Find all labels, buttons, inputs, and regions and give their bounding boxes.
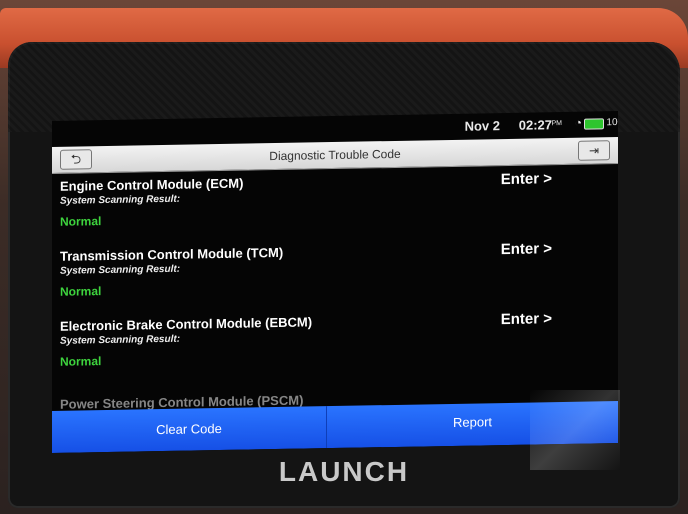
status-date: Nov 2: [464, 118, 500, 134]
module-name: Electronic Brake Control Module (EBCM): [60, 314, 313, 334]
enter-button-tcm[interactable]: Enter >: [501, 240, 552, 258]
module-item-ecm: Engine Control Module (ECM) System Scann…: [60, 169, 610, 245]
status-ampm: PM: [551, 120, 563, 128]
module-scan-label: System Scanning Result:: [60, 263, 181, 277]
exit-button[interactable]: ⇥: [578, 140, 610, 161]
module-name: Engine Control Module (ECM): [60, 175, 244, 194]
module-scan-result: Normal: [60, 354, 102, 369]
module-name: Transmission Control Module (TCM): [60, 244, 284, 264]
module-item-tcm: Transmission Control Module (TCM) System…: [60, 239, 610, 315]
module-scan-result: Normal: [60, 214, 102, 229]
status-time: 02:27: [518, 117, 552, 133]
enter-button-ebcm[interactable]: Enter >: [501, 310, 552, 328]
wifi-icon: ◔: [574, 115, 582, 130]
battery-percent: 100%: [606, 116, 618, 129]
exit-icon: ⇥: [588, 143, 600, 158]
battery-icon: [584, 118, 604, 130]
module-scan-result: Normal: [60, 284, 102, 299]
module-scan-label: System Scanning Result:: [60, 193, 181, 207]
module-scan-label: System Scanning Result:: [60, 333, 181, 347]
clear-code-button[interactable]: Clear Code: [52, 406, 327, 453]
enter-button-ecm[interactable]: Enter >: [501, 170, 552, 188]
page-title: Diagnostic Trouble Code: [269, 146, 401, 164]
module-item-ebcm: Electronic Brake Control Module (EBCM) S…: [60, 309, 610, 385]
brand-logo: LAUNCH: [278, 456, 410, 487]
